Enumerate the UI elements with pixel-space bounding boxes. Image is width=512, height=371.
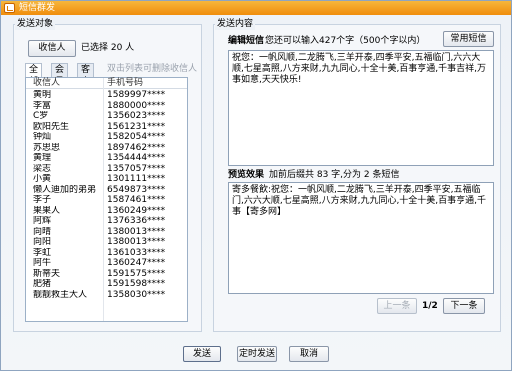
recipient-name: 李虹	[33, 247, 52, 258]
table-row[interactable]: 小黄 1301111****	[26, 174, 187, 185]
recipient-phone: 1380013****	[107, 237, 166, 247]
table-row[interactable]: 懒人迪加的弟弟 6549873****	[26, 185, 187, 196]
recipient-phone: 1587461****	[107, 195, 166, 205]
window-title: 短信群发	[19, 3, 56, 13]
recipient-phone: 1354444****	[107, 153, 166, 163]
table-row[interactable]: 果果人 1360249****	[26, 206, 187, 217]
recipient-phone: 1360249****	[107, 205, 166, 216]
recipient-name: 李富	[33, 100, 52, 111]
tab-customers[interactable]: 客户	[77, 63, 95, 87]
recipient-name: 懒人迪加的弟弟	[33, 184, 97, 195]
table-row[interactable]: 李富 1880000****	[26, 101, 187, 112]
recipient-phone: 6549873****	[107, 184, 166, 195]
selected-count: 已选择 20 人	[81, 43, 135, 53]
page-indicator: 1/2	[422, 301, 438, 311]
recipient-phone: 1361033****	[107, 247, 166, 258]
recipient-name: 斯蒂夫	[33, 268, 61, 279]
table-row[interactable]: 斯蒂夫 1591575****	[26, 269, 187, 280]
recipient-name: 钟灿	[33, 132, 52, 142]
table-row[interactable]: 阿辉 1376336****	[26, 216, 187, 227]
recipient-phone: 1360247****	[107, 258, 166, 268]
send-button[interactable]: 发送	[183, 346, 221, 362]
cancel-button[interactable]: 取消	[289, 346, 329, 362]
tab-members[interactable]: 会员	[51, 63, 69, 87]
prev-message-button[interactable]: 上一条	[377, 298, 417, 314]
tab-all[interactable]: 全部	[25, 63, 43, 87]
recipient-phone: 1591575****	[107, 268, 166, 279]
recipient-name: 靓靓救主大人	[33, 289, 88, 300]
recipient-phone: 1880000****	[107, 100, 166, 111]
table-row[interactable]: 靓靓救主大人 1358030****	[26, 290, 187, 301]
recipient-list[interactable]: 收信人 手机号码 黄明 1589997**** 李富 1880000**** C罗 135…	[25, 77, 188, 322]
recipient-phone: 1356023****	[107, 111, 166, 121]
table-row[interactable]: 钟灿 1582054****	[26, 132, 187, 143]
recipient-phone: 1561231****	[107, 121, 166, 132]
delete-hint: 双击列表可删除收信人	[107, 64, 198, 74]
table-row[interactable]: 阿牛 1360247****	[26, 258, 187, 269]
table-row[interactable]: 梁志 1357057****	[26, 164, 187, 175]
next-message-button[interactable]: 下一条	[443, 298, 485, 314]
column-header-name[interactable]: 收信人	[33, 78, 60, 89]
edit-label: 编辑短信	[228, 36, 265, 46]
preview-label: 预览效果	[228, 170, 265, 180]
table-row[interactable]: 欧阳先生 1561231****	[26, 122, 187, 133]
recipient-name: 欧阳先生	[33, 121, 70, 132]
preview-hint: 加前后缀共 83 字,分为 2 条短信	[269, 170, 400, 180]
recipient-name: 肥猪	[33, 279, 52, 289]
send-target-group-title: 发送对象	[15, 18, 56, 30]
table-row[interactable]: 向阳 1380013****	[26, 237, 187, 248]
recipient-phone: 1301111****	[107, 174, 166, 184]
common-sms-button[interactable]: 常用短信	[443, 31, 494, 47]
edit-hint: 您还可以输入427个字（500个字以内）	[265, 36, 426, 46]
title-bar[interactable]: 短信群发	[1, 1, 511, 15]
table-row[interactable]: 李子 1587461****	[26, 195, 187, 206]
recipient-phone: 1582054****	[107, 132, 166, 142]
table-row[interactable]: 黄明 1589997****	[26, 90, 187, 101]
recipient-name: 黄理	[33, 153, 52, 163]
scheduled-send-button[interactable]: 定时发送	[237, 346, 277, 362]
recipient-name: C罗	[33, 111, 49, 121]
message-textarea[interactable]: 祝您：一帆风顺,二龙腾飞,三羊开泰,四季平安,五福临门,六六大顺,七星高照,八方…	[228, 50, 494, 166]
recipient-name: 阿辉	[33, 216, 52, 226]
table-row[interactable]: C罗 1356023****	[26, 111, 187, 122]
recipient-button[interactable]: 收信人	[28, 40, 76, 57]
sms-window: 短信群发 发送对象 收信人 已选择 20 人 全部 会员 客户 双击列表可删除收…	[0, 0, 512, 371]
column-header-phone[interactable]: 手机号码	[107, 78, 143, 89]
envelope-icon	[4, 3, 15, 13]
recipient-phone: 1358030****	[107, 289, 166, 300]
recipient-name: 阿牛	[33, 258, 52, 268]
table-row[interactable]: 黄理 1354444****	[26, 153, 187, 164]
recipient-phone: 1357057****	[107, 163, 166, 174]
preview-box: 寄多餐飲:祝您：一帆风顺,二龙腾飞,三羊开泰,四季平安,五福临门,六六大顺,七星…	[228, 182, 494, 294]
recipient-name: 李子	[33, 195, 52, 205]
recipient-name: 梁志	[33, 163, 52, 174]
recipient-phone: 1591598****	[107, 279, 166, 289]
recipient-phone: 1376336****	[107, 216, 166, 226]
recipient-name: 向晴	[33, 226, 52, 237]
recipient-name: 果果人	[33, 205, 61, 216]
recipient-phone: 1589997****	[107, 90, 166, 100]
send-content-group-title: 发送内容	[215, 18, 256, 30]
recipient-name: 苏思思	[33, 142, 61, 153]
table-row[interactable]: 向晴 1380013****	[26, 227, 187, 238]
recipient-name: 小黄	[33, 174, 52, 184]
table-row[interactable]: 李虹 1361033****	[26, 248, 187, 259]
recipient-phone: 1897462****	[107, 142, 166, 153]
recipient-rows: 黄明 1589997**** 李富 1880000**** C罗 1356023**** 欧…	[26, 90, 187, 300]
list-header: 收信人 手机号码	[26, 78, 187, 89]
recipient-name: 黄明	[33, 90, 52, 100]
table-row[interactable]: 肥猪 1591598****	[26, 279, 187, 290]
recipient-name: 向阳	[33, 237, 52, 247]
table-row[interactable]: 苏思思 1897462****	[26, 143, 187, 154]
recipient-phone: 1380013****	[107, 226, 166, 237]
